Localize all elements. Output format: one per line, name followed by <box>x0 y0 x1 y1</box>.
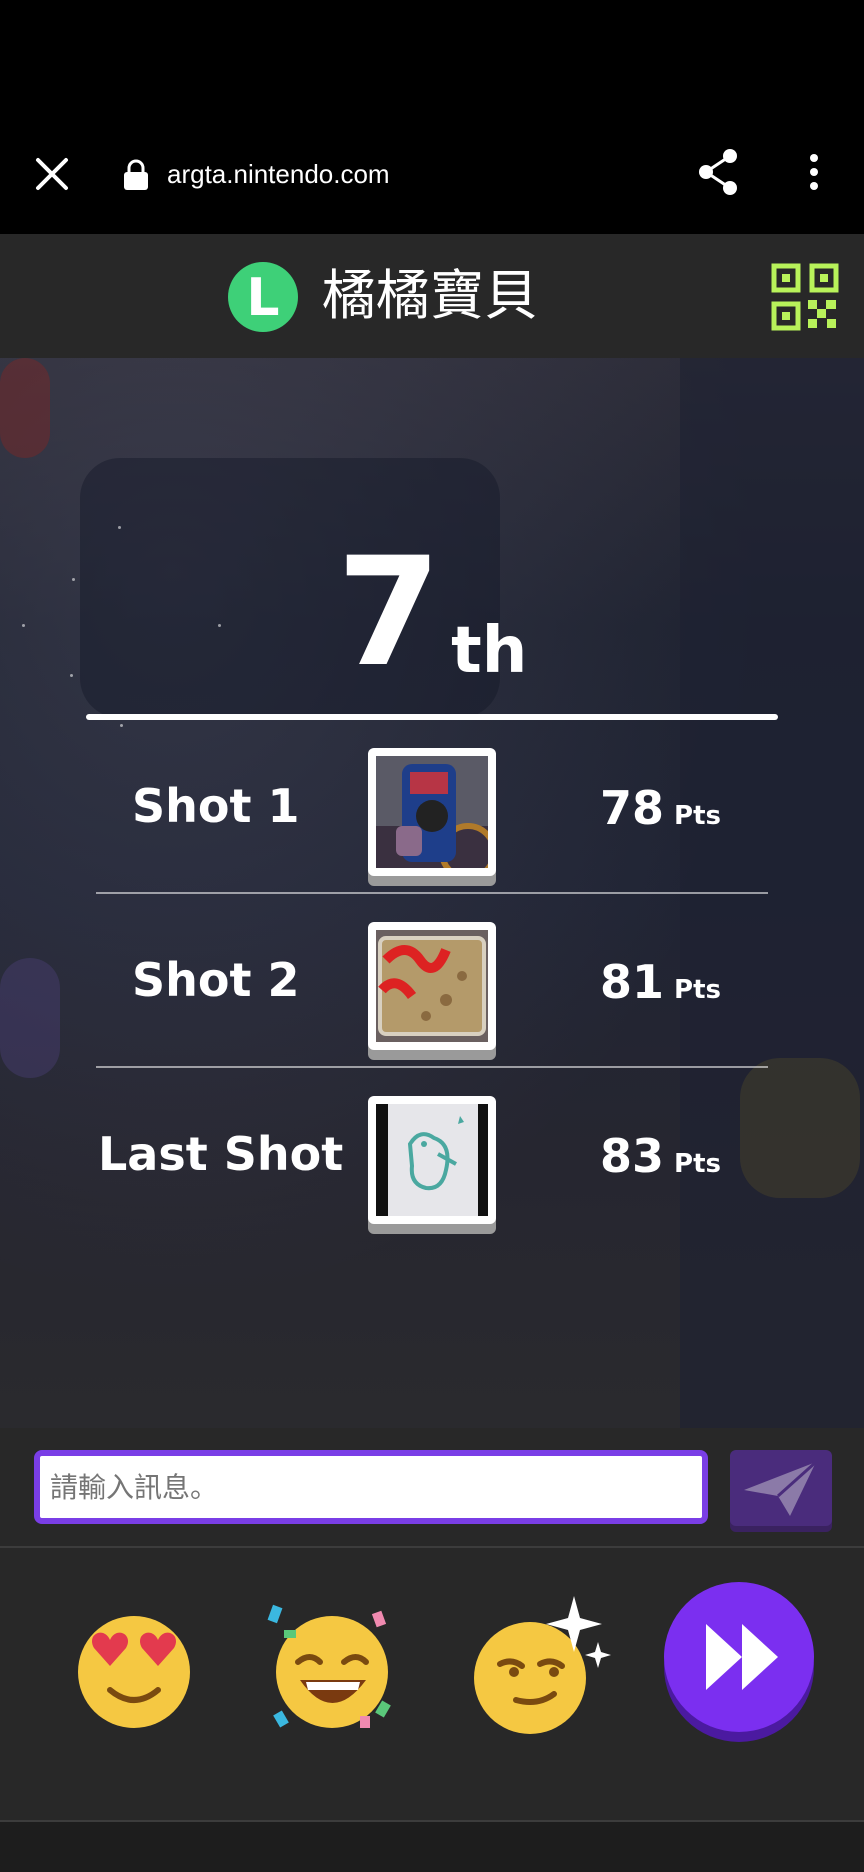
app-header: L 橘橘寶貝 <box>0 234 864 358</box>
message-bar <box>0 1428 864 1548</box>
row-divider <box>96 1066 768 1068</box>
laughing-party-emoji[interactable] <box>262 1596 402 1736</box>
shot-score: 81 Pts <box>600 952 721 1020</box>
rank-divider <box>86 714 778 720</box>
rank-number: 7 <box>336 526 441 700</box>
row-divider <box>96 892 768 894</box>
message-input[interactable] <box>34 1450 708 1524</box>
skip-button[interactable] <box>664 1582 814 1732</box>
smirk-sparkle-emoji[interactable] <box>462 1596 611 1736</box>
shot-photo[interactable] <box>368 922 496 1050</box>
shot-score-unit: Pts <box>674 801 721 831</box>
shot-row: Shot 1 78 Pts <box>0 736 864 908</box>
shot-row: Last Shot 83 Pts <box>0 1084 864 1256</box>
share-icon[interactable] <box>694 146 742 198</box>
shot-score-value: 81 <box>600 955 665 1009</box>
avatar: L <box>228 262 298 332</box>
shot-label: Shot 1 <box>132 779 300 833</box>
heart-eyes-emoji[interactable] <box>64 1596 204 1736</box>
send-icon <box>744 1460 818 1516</box>
star-dot <box>118 526 121 529</box>
rank-display: 7th <box>0 538 864 688</box>
status-bar <box>0 0 864 110</box>
result-stage: 7th Shot 1 78 Pts Shot 2 81 Pts Last Sho… <box>0 358 864 1428</box>
shot-score: 83 Pts <box>600 1126 721 1194</box>
shot-label: Last Shot <box>98 1127 344 1181</box>
shot-row: Shot 2 81 Pts <box>0 910 864 1082</box>
more-menu-icon[interactable] <box>798 146 830 198</box>
send-button[interactable] <box>730 1450 832 1526</box>
shot-label: Shot 2 <box>132 953 300 1007</box>
player-name: 橘橘寶貝 <box>322 264 538 327</box>
shot-score-unit: Pts <box>674 1149 721 1179</box>
address-bar-url[interactable]: argta.nintendo.com <box>167 154 390 194</box>
fast-forward-icon <box>706 1624 778 1690</box>
qr-code-icon[interactable] <box>770 262 840 332</box>
shot-photo-image <box>376 1104 488 1216</box>
shot-score-unit: Pts <box>674 975 721 1005</box>
bottom-bar <box>0 1820 864 1872</box>
rank-suffix: th <box>451 614 528 688</box>
shot-score: 78 Pts <box>600 778 721 846</box>
close-icon[interactable] <box>28 150 76 198</box>
browser-toolbar: argta.nintendo.com <box>0 110 864 234</box>
shot-score-value: 83 <box>600 1129 665 1183</box>
lock-icon <box>122 158 150 192</box>
avatar-letter: L <box>246 268 280 328</box>
background-shape <box>0 358 50 458</box>
star-dot <box>120 724 123 727</box>
shot-score-value: 78 <box>600 781 665 835</box>
shot-photo-image <box>376 756 488 868</box>
shot-photo[interactable] <box>368 1096 496 1224</box>
reaction-bar <box>0 1548 864 1820</box>
shot-photo[interactable] <box>368 748 496 876</box>
shot-photo-image <box>376 930 488 1042</box>
